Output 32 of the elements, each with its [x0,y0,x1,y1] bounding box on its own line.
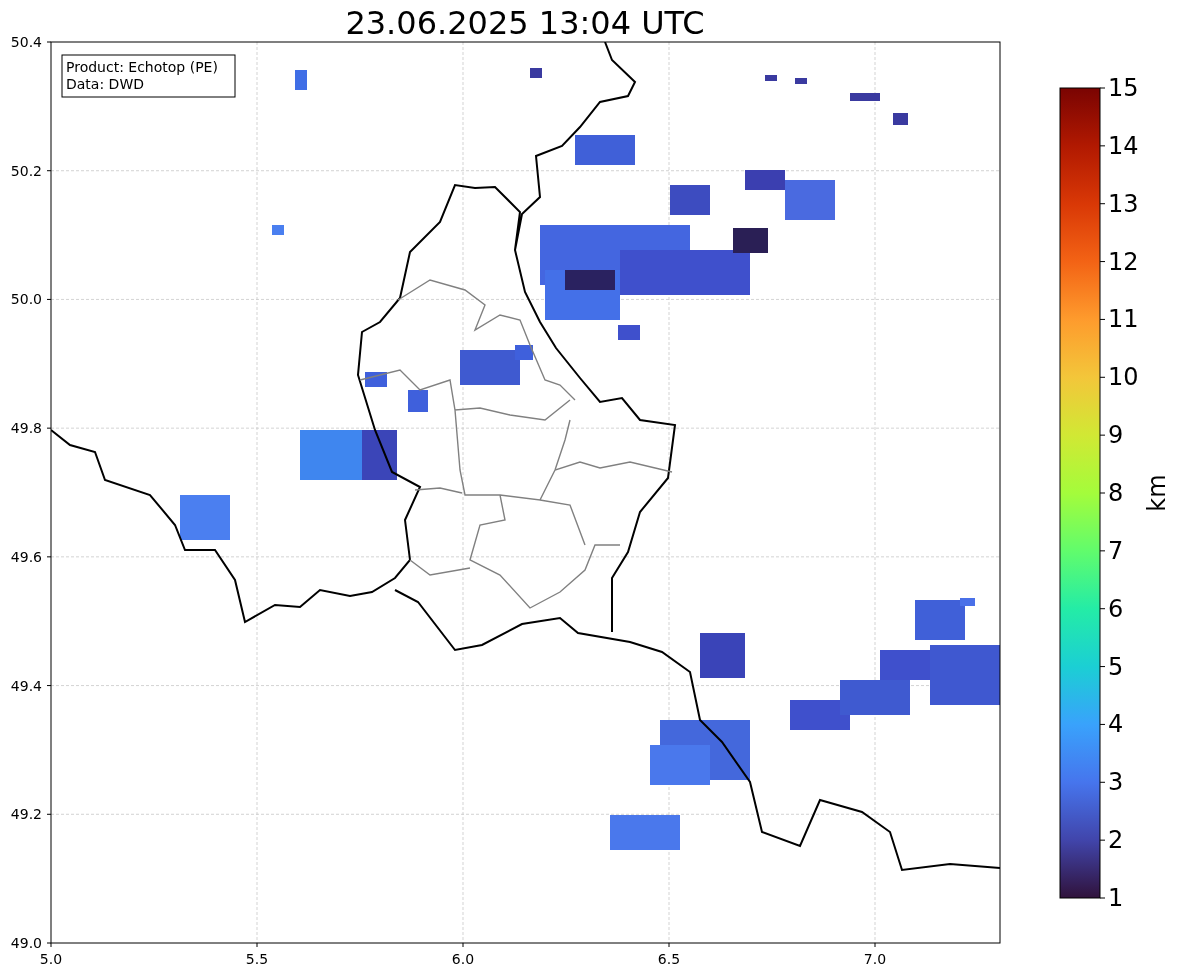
colorbar-tick-label: 3 [1108,768,1124,797]
colorbar-label: km [1143,474,1171,512]
colorbar-tick-label: 11 [1108,305,1139,334]
legend-text: Product: Echotop (PE) [66,59,218,75]
y-tick-label: 49.2 [10,806,42,823]
colorbar-tick-label: 5 [1108,652,1124,681]
x-tick-label: 6.5 [657,951,681,967]
colorbar-tick-label: 14 [1108,131,1139,160]
y-tick-label: 49.4 [10,677,42,694]
colorbar-tick-label: 2 [1108,826,1124,855]
colorbar-tick-label: 10 [1108,363,1139,392]
x-tick-label: 5.5 [245,951,269,967]
y-tick-label: 50.4 [10,34,42,50]
x-tick-label: 7.0 [863,951,887,967]
colorbar-tick-label: 15 [1108,74,1139,102]
y-tick-label: 49.0 [10,935,42,951]
colorbar-tick-label: 7 [1108,536,1124,565]
colorbar-tick-label: 12 [1108,247,1139,276]
x-tick-label: 6.0 [451,951,475,967]
colorbar-tick-label: 13 [1108,189,1139,218]
y-tick-label: 49.8 [10,420,42,437]
colorbar-tick-label: 1 [1108,884,1124,912]
y-tick-label: 49.6 [10,548,42,565]
y-tick-label: 50.0 [10,291,42,308]
colorbar-tick-label: 9 [1108,421,1124,450]
colorbar-tick-label: 6 [1108,594,1124,623]
y-tick-label: 50.2 [10,162,42,179]
legend-text: Data: DWD [66,76,144,92]
colorbar-tick-label: 8 [1108,479,1124,507]
x-tick-label: 5.0 [39,951,63,967]
colorbar-tick-label: 4 [1108,710,1124,739]
chart-title: 23.06.2025 13:04 UTC [345,4,705,42]
